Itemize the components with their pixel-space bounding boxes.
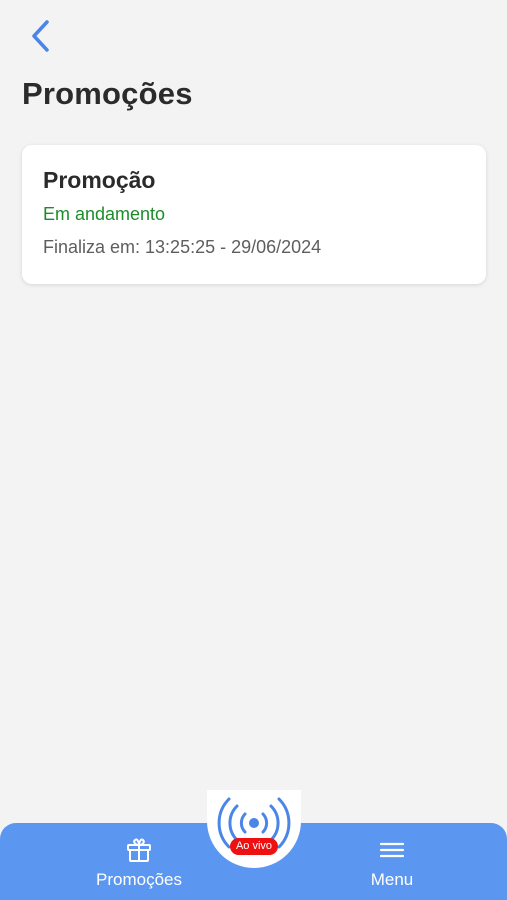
nav-item-promotions[interactable]: Promoções (90, 836, 188, 890)
nav-label-promotions: Promoções (96, 870, 182, 889)
live-badge: Ao vivo (230, 838, 278, 855)
page-title: Promoções (22, 76, 193, 111)
chevron-left-icon (32, 20, 49, 52)
promotion-status: Em andamento (43, 204, 166, 224)
promotion-end-date: Finaliza em: 13:25:25 - 29/06/2024 (43, 237, 322, 257)
gift-icon (127, 838, 151, 862)
promotions-screen: Promoções Promoção Em andamento Finaliza… (0, 0, 507, 900)
promotion-title: Promoção (43, 167, 156, 193)
nav-item-menu[interactable]: Menu (352, 836, 432, 890)
nav-label-menu: Menu (370, 870, 414, 889)
hamburger-icon (379, 842, 405, 858)
back-button[interactable] (18, 14, 62, 58)
promotion-card[interactable]: Promoção Em andamento Finaliza em: 13:25… (22, 145, 486, 284)
